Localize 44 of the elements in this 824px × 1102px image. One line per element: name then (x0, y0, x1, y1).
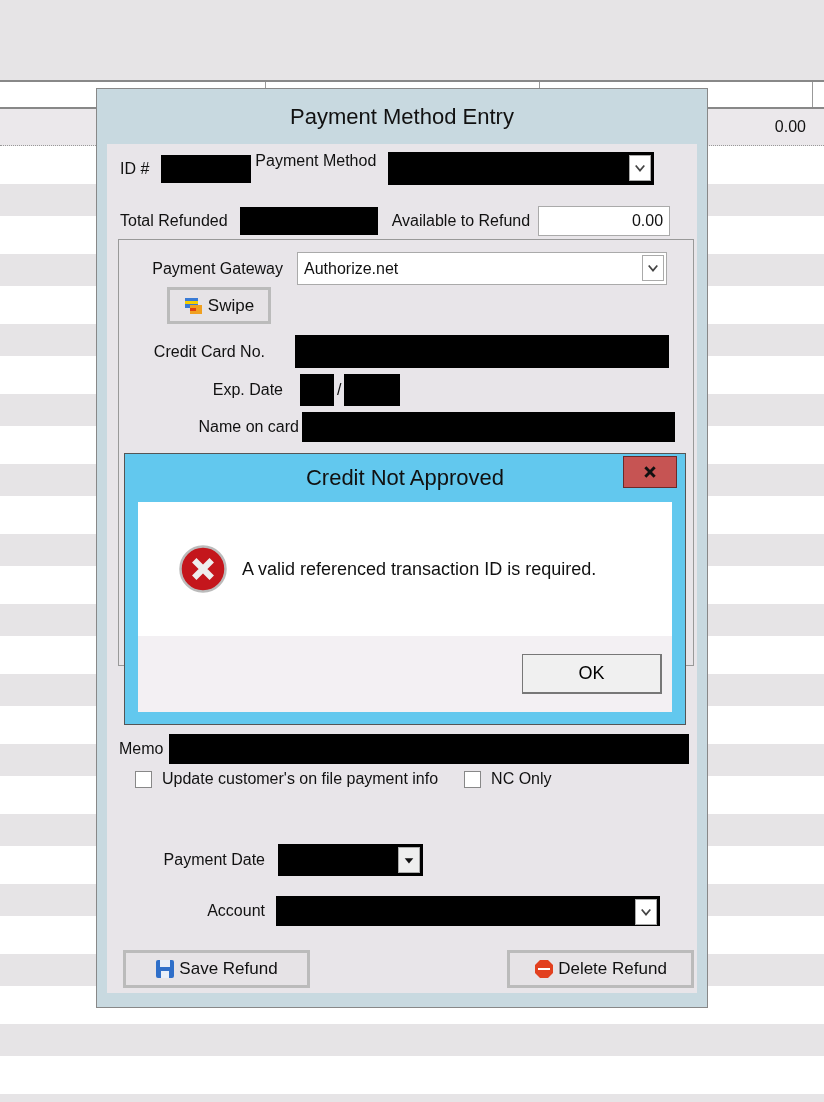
swipe-button[interactable]: Swipe (167, 287, 271, 324)
field-label: Credit Card No. (152, 342, 265, 361)
field-label: Available to Refund (391, 212, 531, 230)
input-field[interactable] (169, 734, 690, 764)
input-field[interactable] (300, 374, 334, 406)
save-button[interactable]: Save Refund (123, 950, 310, 988)
stop-sign-icon (534, 959, 555, 979)
dropdown-field[interactable] (388, 152, 655, 185)
field-label: Total Refunded (120, 212, 228, 230)
close-button[interactable] (623, 456, 677, 488)
checkbox-label: Update customer's on file payment info (162, 770, 439, 788)
field-label: Payment Date (162, 851, 265, 869)
field-label: Payment Gateway (151, 259, 283, 278)
field-label: Exp. Date (211, 381, 283, 399)
input-field[interactable] (302, 412, 675, 442)
chevron-down-icon (629, 155, 652, 181)
close-icon (643, 465, 657, 479)
field-label: Name on card (197, 418, 299, 436)
checkbox[interactable] (464, 770, 482, 788)
window-title: Payment Method Entry (290, 103, 514, 130)
separator-text: / (337, 381, 342, 399)
delete-button[interactable]: Delete Refund (507, 950, 694, 988)
checkbox-label: NC Only (491, 770, 552, 788)
input-field[interactable] (344, 374, 401, 406)
input-field[interactable] (295, 335, 669, 368)
error-message: A valid referenced transaction ID is required. (242, 558, 597, 580)
input-field[interactable] (239, 207, 378, 235)
ok-button[interactable]: OK (522, 654, 662, 694)
cards-icon (183, 295, 204, 316)
input-field[interactable]: 0.00 (538, 206, 671, 236)
field-label: Account (206, 902, 265, 920)
dropdown-field[interactable] (276, 896, 660, 926)
field-label: Payment Method (255, 152, 377, 170)
dropdown-field[interactable]: Authorize.net (297, 252, 667, 285)
checkbox[interactable] (135, 770, 152, 788)
table-cell: 0.00 (774, 118, 806, 136)
field-label: ID # (120, 159, 150, 178)
error-icon (178, 544, 228, 594)
input-field[interactable] (161, 154, 252, 183)
dialog-title: Credit Not Approved (305, 465, 505, 491)
chevron-down-icon (642, 255, 664, 281)
chevron-down-icon (635, 899, 657, 925)
field-label: Memo (119, 740, 164, 758)
date-picker[interactable] (278, 844, 423, 876)
